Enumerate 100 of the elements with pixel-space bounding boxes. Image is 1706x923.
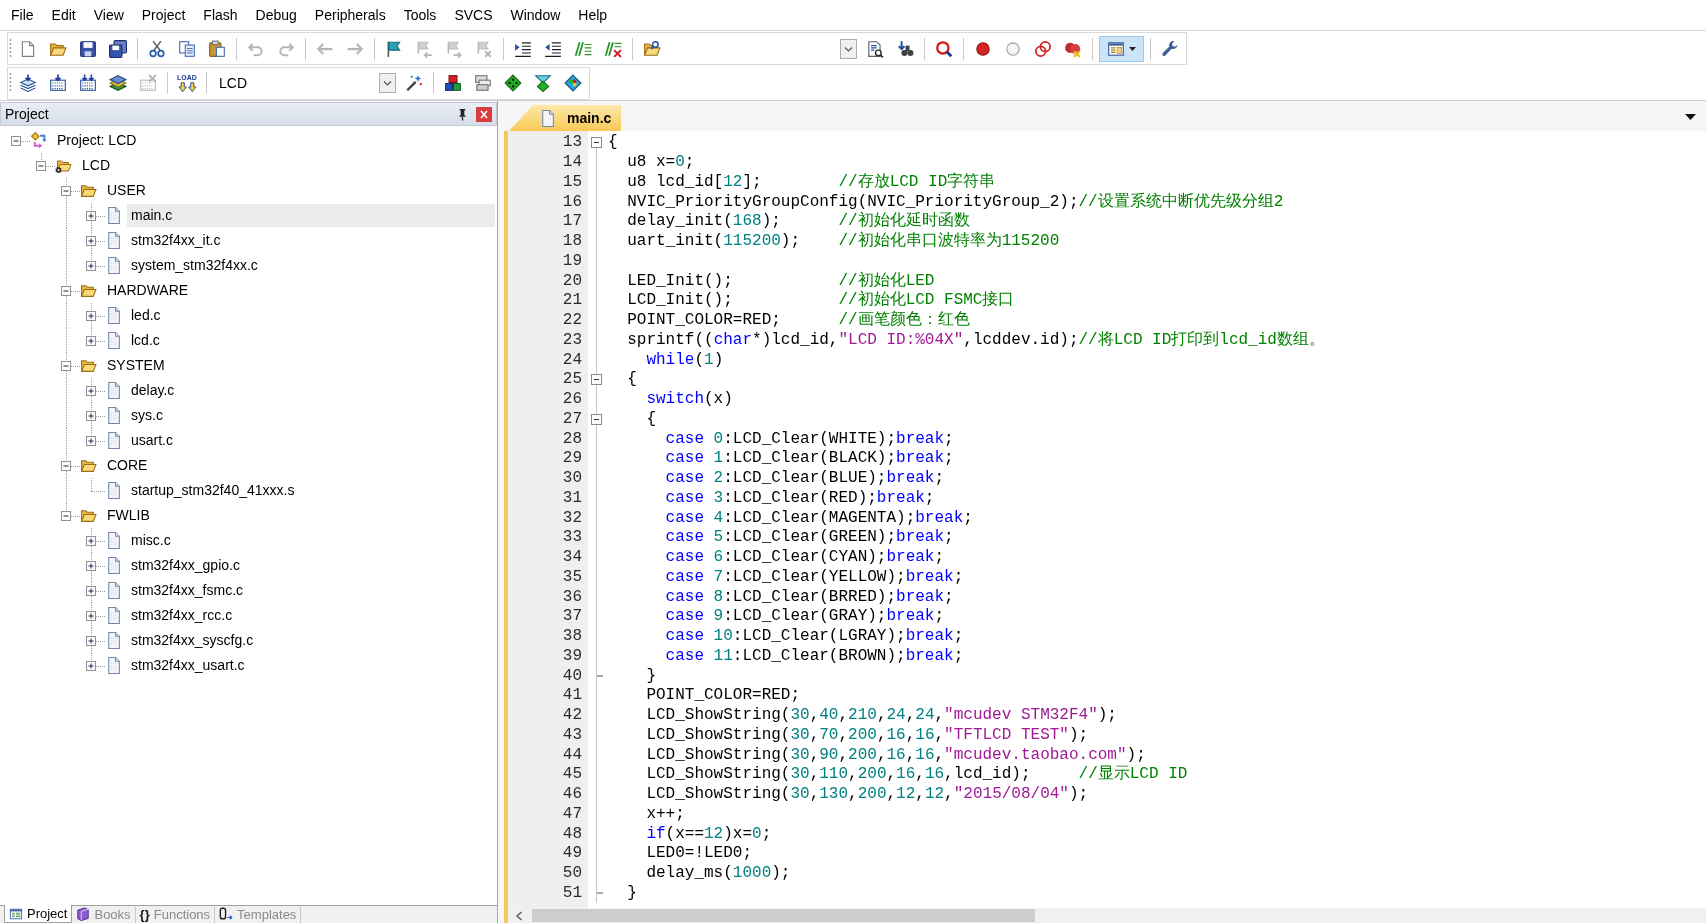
plus-box-icon[interactable] xyxy=(86,385,96,396)
plus-box-icon[interactable] xyxy=(86,235,96,246)
code-line: case 2:LCD_Clear(BLUE);break; xyxy=(664,469,945,489)
file-icon xyxy=(106,632,121,649)
menu-item[interactable]: View xyxy=(84,5,133,25)
code-line: { xyxy=(626,370,637,390)
tree-item[interactable]: stm32f4xx_rcc.c xyxy=(127,604,495,627)
minus-box-icon[interactable] xyxy=(61,185,71,196)
horizontal-scrollbar[interactable] xyxy=(508,908,1706,923)
tree-item[interactable]: SYSTEM xyxy=(103,354,495,377)
window-layout-button[interactable] xyxy=(1099,35,1144,62)
tree-item[interactable]: LCD xyxy=(78,154,495,177)
line-number: 20 xyxy=(562,271,582,291)
menu-item[interactable]: Edit xyxy=(42,5,85,25)
target-select[interactable]: LCD xyxy=(211,71,399,95)
tree-item[interactable]: delay.c xyxy=(127,379,495,402)
dropdown-icon[interactable] xyxy=(840,38,857,59)
plus-box-icon[interactable] xyxy=(86,435,96,446)
code-line: } xyxy=(645,666,656,686)
tree-item[interactable]: stm32f4xx_fsmc.c xyxy=(127,579,495,602)
minus-box-icon[interactable] xyxy=(36,160,46,171)
code-line: delay_init(168); //初始化延时函数 xyxy=(626,212,970,231)
tree-item[interactable]: usart.c xyxy=(127,429,495,452)
plus-box-icon[interactable] xyxy=(86,260,96,271)
tree-item[interactable]: lcd.c xyxy=(127,329,495,352)
plus-box-icon[interactable] xyxy=(86,410,96,421)
menu-item[interactable]: File xyxy=(2,5,43,25)
panel-tab[interactable]: Project xyxy=(4,905,73,923)
line-number: 39 xyxy=(562,646,582,666)
line-number: 43 xyxy=(562,725,582,745)
menu-item[interactable]: Peripherals xyxy=(305,5,395,25)
tree-item[interactable]: stm32f4xx_syscfg.c xyxy=(127,629,495,652)
minus-box-icon[interactable] xyxy=(61,460,71,471)
code-line: u8 x=0; xyxy=(626,153,695,173)
fold-minus-icon[interactable] xyxy=(591,413,602,425)
editor-tab[interactable]: main.c xyxy=(509,105,622,131)
menu-item[interactable]: Flash xyxy=(194,5,247,25)
plus-box-icon[interactable] xyxy=(86,535,96,546)
pin-icon[interactable] xyxy=(457,107,468,121)
minus-box-icon[interactable] xyxy=(61,510,71,521)
fold-minus-icon[interactable] xyxy=(591,374,602,386)
plus-box-icon[interactable] xyxy=(86,610,96,621)
minus-box-icon[interactable] xyxy=(11,135,21,146)
plus-box-icon[interactable] xyxy=(86,310,96,321)
code-line: LED_Init(); //初始化LED xyxy=(626,271,935,290)
tree-item[interactable]: Project: LCD xyxy=(53,129,495,152)
tree-item[interactable]: sys.c xyxy=(127,404,495,427)
menu-item[interactable]: SVCS xyxy=(445,5,502,25)
tree-item[interactable]: CORE xyxy=(103,454,495,477)
plus-box-icon[interactable] xyxy=(86,560,96,571)
code-line: case 9:LCD_Clear(GRAY);break; xyxy=(664,607,945,627)
code-line: LCD_ShowString(30,90,200,16,16,"mcudev.taobao.com"); xyxy=(645,745,1146,765)
line-number: 47 xyxy=(562,804,582,824)
code-line: LCD_Init(); //初始化LCD FSMC接口 xyxy=(626,291,1015,310)
file-icon xyxy=(106,582,121,599)
code-line: { xyxy=(645,409,656,429)
minus-box-icon[interactable] xyxy=(61,285,71,296)
tree-item[interactable]: startup_stm32f40_41xxx.s xyxy=(127,479,495,502)
tree-item[interactable]: led.c xyxy=(127,304,495,327)
tree-item[interactable]: system_stm32f4xx.c xyxy=(127,254,495,277)
plus-box-icon[interactable] xyxy=(86,585,96,596)
line-number: 34 xyxy=(562,548,582,568)
file-icon xyxy=(106,407,121,424)
menu-item[interactable]: Window xyxy=(501,5,570,25)
tree-item[interactable]: stm32f4xx_gpio.c xyxy=(127,554,495,577)
scrollbar-thumb[interactable] xyxy=(532,909,1035,922)
tree-item[interactable]: stm32f4xx_it.c xyxy=(127,229,495,252)
tree-item[interactable]: FWLIB xyxy=(103,504,495,527)
menu-item[interactable]: Project xyxy=(132,5,195,25)
tree-item[interactable]: main.c xyxy=(127,204,495,227)
code-line: LCD_ShowString(30,70,200,16,16,"TFTLCD TEST"); xyxy=(645,725,1089,745)
menu-item[interactable]: Tools xyxy=(394,5,446,25)
line-number: 14 xyxy=(562,153,582,173)
plus-box-icon[interactable] xyxy=(86,335,96,346)
caret-down-icon[interactable] xyxy=(1685,114,1696,120)
scroll-left-icon[interactable] xyxy=(515,910,523,921)
fold-minus-icon[interactable] xyxy=(591,137,602,149)
tree-item[interactable]: USER xyxy=(103,179,495,202)
line-number: 23 xyxy=(562,330,582,350)
line-number: 46 xyxy=(562,785,582,805)
plus-box-icon[interactable] xyxy=(86,210,96,221)
tree-item[interactable]: stm32f4xx_usart.c xyxy=(127,654,495,677)
menu-item[interactable]: Debug xyxy=(246,5,306,25)
close-icon[interactable] xyxy=(476,106,492,122)
panel-tab[interactable]: {} Functions xyxy=(135,905,216,923)
line-number: 44 xyxy=(562,745,582,765)
file-icon xyxy=(106,332,121,349)
grip-icon[interactable] xyxy=(9,37,12,60)
plus-box-icon[interactable] xyxy=(86,635,96,646)
dropdown-icon[interactable] xyxy=(379,73,396,93)
tree-item[interactable]: HARDWARE xyxy=(103,279,495,302)
minus-box-icon[interactable] xyxy=(61,360,71,371)
grip-icon[interactable] xyxy=(9,72,12,94)
plus-box-icon[interactable] xyxy=(86,660,96,671)
folder-icon xyxy=(80,507,97,524)
braces-icon: {} xyxy=(139,907,150,921)
bracket-arrow-icon xyxy=(219,907,234,921)
tree-item[interactable]: misc.c xyxy=(127,529,495,552)
menu-item[interactable]: Help xyxy=(569,5,617,25)
code-line: case 4:LCD_Clear(MAGENTA);break; xyxy=(664,508,973,528)
